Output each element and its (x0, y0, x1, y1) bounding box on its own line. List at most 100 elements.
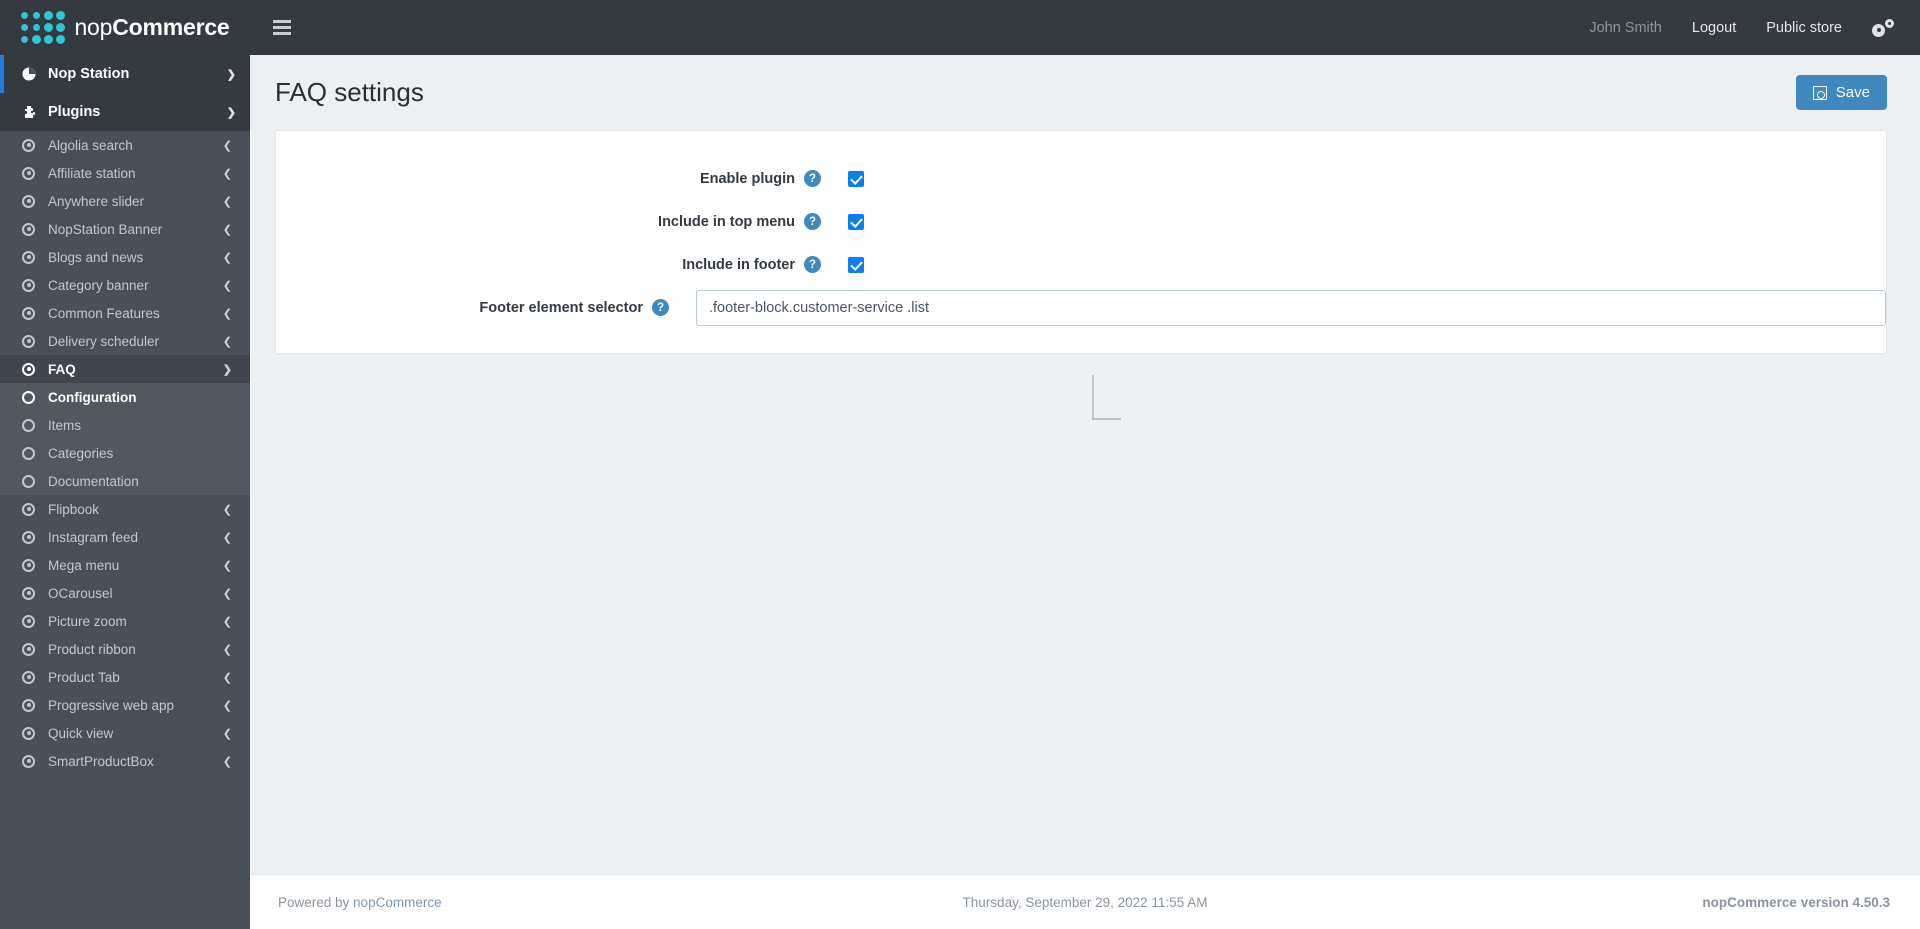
dot-circle-icon (22, 558, 48, 572)
checkbox-include-in-footer[interactable] (848, 256, 864, 273)
chevron-left-icon: ❮ (222, 195, 232, 208)
nopcommerce-dots-logo (20, 11, 66, 44)
page-header: FAQ settings Save (250, 55, 1920, 130)
dot-circle-icon (22, 194, 48, 208)
form-control-wrap (848, 170, 864, 187)
sidebar-item-configuration[interactable]: Configuration (0, 383, 250, 411)
sidebar-item-faq[interactable]: FAQ ❯ (0, 355, 250, 383)
checkbox-enable-plugin[interactable] (848, 170, 864, 187)
question-mark-icon[interactable]: ? (804, 256, 821, 273)
input-footer-element-selector[interactable] (696, 289, 1886, 326)
chevron-left-icon: ❮ (222, 279, 232, 292)
sidebar-item-plugins[interactable]: Plugins ❯ (0, 93, 250, 131)
dot-circle-icon (22, 138, 48, 152)
sidebar-item-smartproductbox[interactable]: SmartProductBox ❮ (0, 747, 250, 775)
sidebar-item-categories[interactable]: Categories (0, 439, 250, 467)
dot-circle-icon (22, 250, 48, 264)
sidebar-item-mega-menu[interactable]: Mega menu ❮ (0, 551, 250, 579)
sidebar-item-nop-station[interactable]: Nop Station ❯ (0, 55, 250, 93)
form-label-include-in-footer: Include in footer? (276, 256, 821, 273)
sidebar-item-blogs-and-news[interactable]: Blogs and news ❮ (0, 243, 250, 271)
pie-chart-icon (22, 67, 48, 81)
chevron-left-icon: ❮ (222, 307, 232, 320)
top-header: John Smith Logout Public store (250, 0, 1920, 55)
form-control-wrap (848, 256, 864, 273)
public-store-link[interactable]: Public store (1766, 20, 1842, 36)
sidebar-item-items[interactable]: Items (0, 411, 250, 439)
chevron-left-icon: ❮ (222, 167, 232, 180)
chevron-left-icon: ❮ (222, 643, 232, 656)
sidebar-item-label: Progressive web app (48, 697, 175, 713)
dot-circle-icon (22, 754, 48, 768)
save-button[interactable]: Save (1795, 75, 1887, 110)
settings-card: Enable plugin? Include in top menu? Includ… (275, 130, 1887, 420)
header-user-name[interactable]: John Smith (1589, 20, 1662, 36)
sidebar-item-product-tab[interactable]: Product Tab ❮ (0, 663, 250, 691)
sidebar-item-label: Affiliate station (48, 165, 136, 181)
dot-circle-icon (22, 306, 48, 320)
chevron-left-icon: ❮ (222, 223, 232, 236)
chevron-down-icon: ❯ (222, 363, 232, 376)
sidebar-item-common-features[interactable]: Common Features ❮ (0, 299, 250, 327)
sidebar-item-label: Mega menu (48, 557, 120, 573)
checkbox-to-input-connector (1092, 375, 1121, 420)
footer-powered-by-prefix: Powered by (278, 894, 354, 910)
form-label-footer-element-selector: Footer element selector? (276, 299, 669, 316)
question-mark-icon[interactable]: ? (652, 299, 669, 316)
sidebar-item-label: Instagram feed (48, 529, 139, 545)
sidebar-item-label: Configuration (48, 389, 137, 405)
sidebar-item-label: FAQ (48, 361, 76, 377)
question-mark-icon[interactable]: ? (804, 170, 821, 187)
sidebar-item-label: Quick view (48, 725, 114, 741)
page-title: FAQ settings (275, 77, 424, 107)
sidebar-item-label: Delivery scheduler (48, 333, 160, 349)
sidebar-item-documentation[interactable]: Documentation (0, 467, 250, 495)
sidebar-item-category-banner[interactable]: Category banner ❮ (0, 271, 250, 299)
sidebar-item-label: SmartProductBox (48, 753, 154, 769)
sidebar-item-algolia-search[interactable]: Algolia search ❮ (0, 131, 250, 159)
form-control-wrap (848, 213, 864, 230)
dot-circle-icon (22, 614, 48, 628)
chevron-left-icon: ❮ (222, 615, 232, 628)
logout-link[interactable]: Logout (1692, 20, 1736, 36)
sidebar-item-anywhere-slider[interactable]: Anywhere slider ❮ (0, 187, 250, 215)
sidebar-item-label: Plugins (48, 104, 101, 120)
sidebar-item-ocarousel[interactable]: OCarousel ❮ (0, 579, 250, 607)
sidebar-item-affiliate-station[interactable]: Affiliate station ❮ (0, 159, 250, 187)
sidebar-item-label: Picture zoom (48, 613, 127, 629)
sidebar-item-label: Nop Station (48, 66, 130, 82)
chevron-down-icon: ❯ (226, 68, 236, 81)
sidebar-item-label: Items (48, 417, 82, 433)
chevron-left-icon: ❮ (222, 699, 232, 712)
puzzle-piece-icon (22, 105, 48, 119)
sidebar-item-flipbook[interactable]: Flipbook ❮ (0, 495, 250, 523)
form-row-enable-plugin: Enable plugin? (276, 157, 1886, 200)
sidebar-item-delivery-scheduler[interactable]: Delivery scheduler ❮ (0, 327, 250, 355)
footer-datetime: Thursday, September 29, 2022 11:55 AM (962, 894, 1208, 910)
chevron-left-icon: ❮ (222, 503, 232, 516)
sidebar-item-progressive-web-app[interactable]: Progressive web app ❮ (0, 691, 250, 719)
dot-circle-icon (22, 278, 48, 292)
chevron-left-icon: ❮ (222, 727, 232, 740)
chevron-left-icon: ❮ (222, 587, 232, 600)
brand-logo[interactable]: nopCommerce (0, 0, 250, 55)
gears-icon[interactable] (1872, 18, 1894, 37)
question-mark-icon[interactable]: ? (804, 213, 821, 230)
circle-icon (22, 474, 48, 488)
sidebar-item-instagram-feed[interactable]: Instagram feed ❮ (0, 523, 250, 551)
sidebar-item-product-ribbon[interactable]: Product ribbon ❮ (0, 635, 250, 663)
chevron-left-icon: ❮ (222, 531, 232, 544)
sidebar-item-nopstation-banner[interactable]: NopStation Banner ❮ (0, 215, 250, 243)
dot-circle-icon (22, 586, 48, 600)
sidebar-item-picture-zoom[interactable]: Picture zoom ❮ (0, 607, 250, 635)
form-row-include-in-top-menu: Include in top menu? (276, 200, 1886, 243)
form-control-wrap (696, 289, 1886, 326)
checkbox-include-in-top-menu[interactable] (848, 213, 864, 230)
sidebar-item-quick-view[interactable]: Quick view ❮ (0, 719, 250, 747)
hamburger-icon[interactable] (273, 20, 291, 35)
footer-nopcommerce-link[interactable]: nopCommerce (353, 895, 442, 910)
footer-powered-by: Powered by nopCommerce (278, 895, 442, 910)
sidebar-item-label: Anywhere slider (48, 193, 145, 209)
dot-circle-icon (22, 502, 48, 516)
sidebar-item-label: OCarousel (48, 585, 113, 601)
